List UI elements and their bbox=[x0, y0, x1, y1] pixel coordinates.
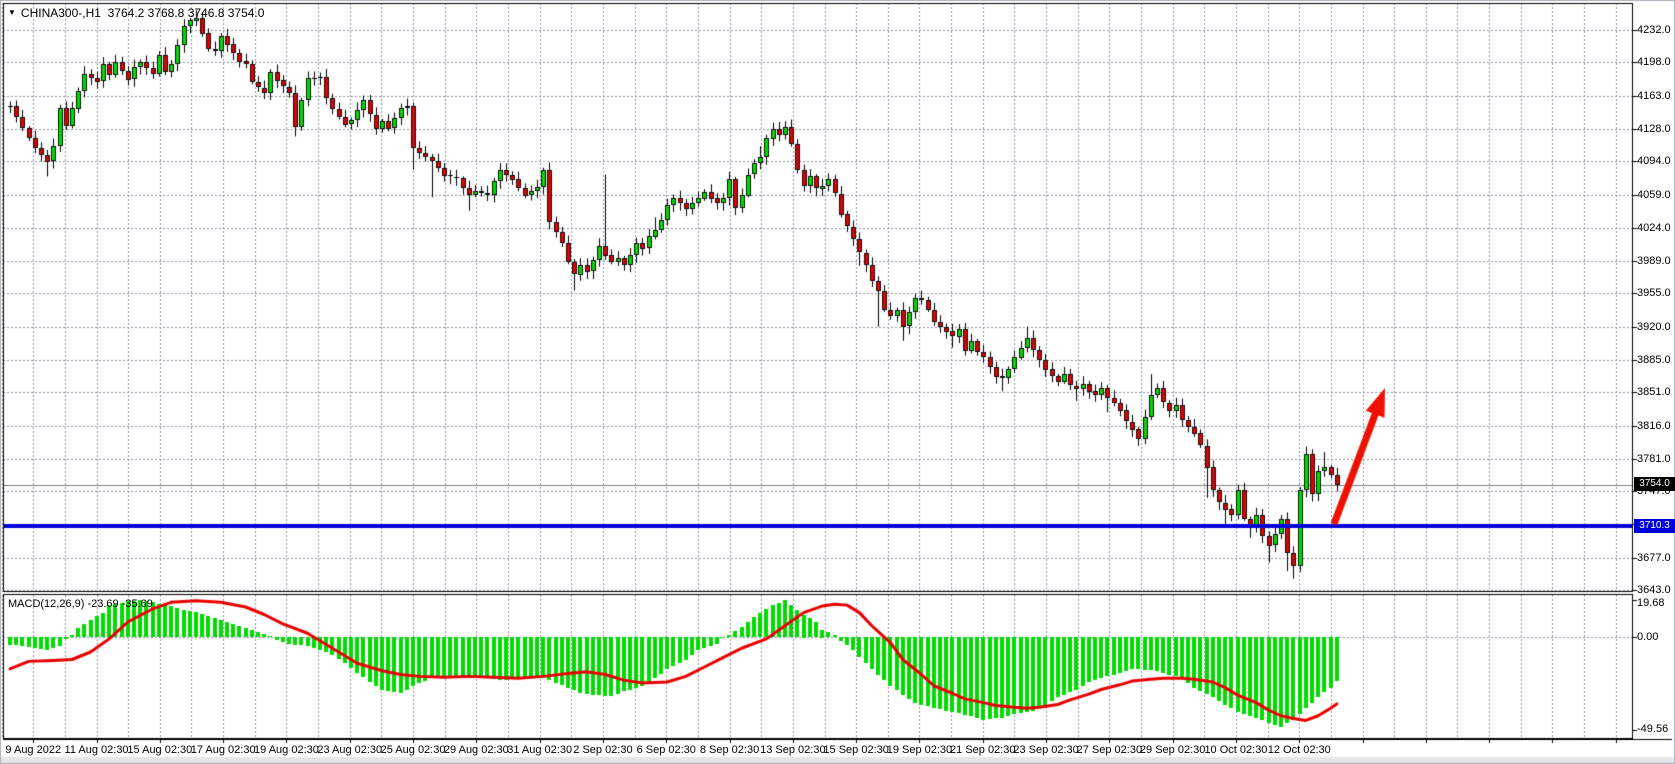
time-axis-label: 17 Aug 02:30 bbox=[191, 744, 256, 756]
time-axis-label: 29 Sep 02:30 bbox=[1140, 744, 1205, 756]
time-axis-label: 25 Aug 02:30 bbox=[381, 744, 446, 756]
time-axis-label: 10 Oct 02:30 bbox=[1204, 744, 1267, 756]
current-price-badge: 3754.0 bbox=[1634, 477, 1675, 491]
time-axis-label: 21 Sep 02:30 bbox=[950, 744, 1015, 756]
symbol-dropdown-icon[interactable]: ▼ bbox=[8, 8, 16, 18]
chart-title: CHINA300-,H1 3764.2 3768.8 3746.8 3754.0 bbox=[21, 6, 265, 20]
time-axis-label: 29 Aug 02:30 bbox=[444, 744, 509, 756]
price-axis-tick-label: 3643.0 bbox=[1637, 584, 1671, 596]
chart-title-bar: ▼ CHINA300-,H1 3764.2 3768.8 3746.8 3754… bbox=[8, 6, 264, 20]
price-axis-tick-label: 3816.0 bbox=[1637, 420, 1671, 432]
macd-axis-zero-label: 0.00 bbox=[1637, 631, 1658, 643]
time-axis-label: 12 Oct 02:30 bbox=[1268, 744, 1331, 756]
time-axis-label: 8 Sep 02:30 bbox=[700, 744, 759, 756]
hline-price-badge: 3710.3 bbox=[1634, 519, 1675, 533]
price-axis-tick-label: 3920.0 bbox=[1637, 321, 1671, 333]
price-axis-tick-label: 3885.0 bbox=[1637, 354, 1671, 366]
time-axis-label: 13 Sep 02:30 bbox=[760, 744, 825, 756]
macd-indicator-label: MACD(12,26,9) -23.69 -35.69 bbox=[8, 598, 153, 610]
price-axis-tick-label: 3851.0 bbox=[1637, 386, 1671, 398]
time-axis-label: 9 Aug 2022 bbox=[5, 744, 61, 756]
macd-axis-max-label: 19.68 bbox=[1637, 597, 1665, 609]
price-axis-tick-label: 4094.0 bbox=[1637, 155, 1671, 167]
price-axis-tick-label: 3781.0 bbox=[1637, 453, 1671, 465]
price-axis-tick-label: 3989.0 bbox=[1637, 255, 1671, 267]
time-axis-label: 27 Sep 02:30 bbox=[1077, 744, 1142, 756]
macd-axis-min-label: -49.56 bbox=[1637, 723, 1668, 735]
time-axis-label: 2 Sep 02:30 bbox=[573, 744, 632, 756]
price-axis-tick-label: 4198.0 bbox=[1637, 56, 1671, 68]
time-axis-label: 15 Aug 02:30 bbox=[127, 744, 192, 756]
time-axis-label: 23 Sep 02:30 bbox=[1013, 744, 1078, 756]
time-axis-label: 15 Sep 02:30 bbox=[823, 744, 888, 756]
time-axis-label: 19 Sep 02:30 bbox=[887, 744, 952, 756]
time-axis-label: 23 Aug 02:30 bbox=[317, 744, 382, 756]
chart-window: ▼ CHINA300-,H1 3764.2 3768.8 3746.8 3754… bbox=[0, 0, 1675, 764]
price-chart-canvas[interactable] bbox=[0, 0, 1675, 764]
price-axis-tick-label: 4163.0 bbox=[1637, 90, 1671, 102]
price-axis-tick-label: 3955.0 bbox=[1637, 287, 1671, 299]
time-axis-label: 19 Aug 02:30 bbox=[254, 744, 319, 756]
time-axis-label: 31 Aug 02:30 bbox=[507, 744, 572, 756]
price-axis-tick-label: 4232.0 bbox=[1637, 24, 1671, 36]
price-axis-tick-label: 4059.0 bbox=[1637, 189, 1671, 201]
price-axis-tick-label: 4128.0 bbox=[1637, 123, 1671, 135]
time-axis-label: 11 Aug 02:30 bbox=[65, 744, 129, 756]
price-axis-tick-label: 3677.0 bbox=[1637, 552, 1671, 564]
time-axis-label: 6 Sep 02:30 bbox=[637, 744, 696, 756]
price-axis-tick-label: 4024.0 bbox=[1637, 222, 1671, 234]
